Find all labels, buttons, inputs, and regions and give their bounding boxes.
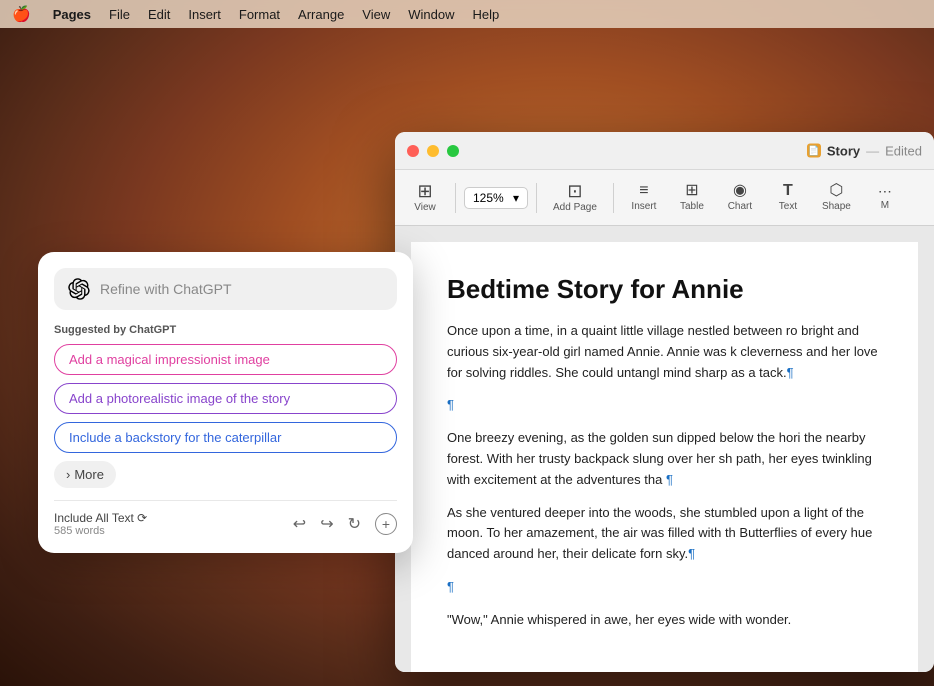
toolbar-table[interactable]: ⊞ Table (670, 179, 714, 216)
chart-icon: ◉ (733, 183, 747, 199)
edited-label: Edited (885, 143, 922, 158)
text-label: Text (779, 201, 797, 212)
zoom-control[interactable]: 125% ▾ (464, 187, 528, 209)
menubar-arrange[interactable]: Arrange (298, 7, 344, 22)
insert-label: Insert (631, 201, 656, 212)
chart-label: Chart (728, 201, 752, 212)
toolbar-divider-1 (455, 183, 456, 213)
window-controls (407, 145, 459, 157)
panel-footer: Include All Text ⟳ 585 words ↩ ↪ ↻ + (54, 500, 397, 537)
doc-para-3: As she ventured deeper into the woods, s… (447, 503, 882, 565)
menubar-file[interactable]: File (109, 7, 130, 22)
document-icon: 📄 (807, 144, 821, 158)
redo-icon[interactable]: ↪ (320, 514, 333, 534)
toolbar-view[interactable]: ⊞ View (403, 178, 447, 217)
pages-titlebar: 📄 Story — Edited (395, 132, 934, 170)
document-page: Bedtime Story for Annie Once upon a time… (411, 242, 918, 672)
suggestion-magical-image[interactable]: Add a magical impressionist image (54, 344, 397, 375)
toolbar-divider-2 (536, 183, 537, 213)
text-icon: T (783, 183, 793, 199)
insert-icon: ≡ (639, 183, 648, 199)
toolbar-add-page[interactable]: ⊡ Add Page (545, 178, 605, 217)
more-button[interactable]: › More (54, 461, 116, 488)
toolbar-divider-3 (613, 183, 614, 213)
shape-icon: ⬡ (829, 183, 843, 199)
chevron-down-icon: › (66, 467, 70, 482)
doc-para-break-2: ¶ (447, 577, 882, 598)
apple-menu[interactable]: 🍎 (12, 5, 31, 23)
menubar: 🍎 Pages File Edit Insert Format Arrange … (0, 0, 934, 28)
doc-para-break-1: ¶ (447, 395, 882, 416)
chatgpt-panel: Refine with ChatGPT Suggested by ChatGPT… (38, 252, 413, 553)
chatgpt-input-row[interactable]: Refine with ChatGPT (54, 268, 397, 310)
pilcrow-5: ¶ (447, 579, 454, 594)
undo-icon[interactable]: ↩ (293, 514, 306, 534)
add-page-icon: ⊡ (567, 182, 582, 200)
view-icon: ⊞ (417, 182, 432, 200)
footer-actions: ↩ ↪ ↻ + (293, 513, 397, 535)
toolbar-text[interactable]: T Text (766, 179, 810, 216)
document-title-heading: Bedtime Story for Annie (447, 274, 882, 305)
menubar-view[interactable]: View (362, 7, 390, 22)
toolbar-insert[interactable]: ≡ Insert (622, 179, 666, 216)
toolbar-shape[interactable]: ⬡ Shape (814, 179, 859, 216)
close-button[interactable] (407, 145, 419, 157)
add-icon[interactable]: + (375, 513, 397, 535)
menubar-help[interactable]: Help (473, 7, 500, 22)
document-title: Story (827, 143, 860, 158)
pilcrow-1: ¶ (787, 365, 794, 380)
toolbar-chart[interactable]: ◉ Chart (718, 179, 762, 216)
shape-label: Shape (822, 201, 851, 212)
footer-info: Include All Text ⟳ 585 words (54, 511, 147, 537)
window-title-area: 📄 Story — Edited (807, 143, 922, 158)
pages-window: 📄 Story — Edited ⊞ View 125% ▾ ⊡ Add Pag… (395, 132, 934, 672)
menubar-insert[interactable]: Insert (188, 7, 221, 22)
doc-para-2: One breezy evening, as the golden sun di… (447, 428, 882, 490)
suggestion-photorealistic[interactable]: Add a photorealistic image of the story (54, 383, 397, 414)
pilcrow-2: ¶ (447, 397, 454, 412)
maximize-button[interactable] (447, 145, 459, 157)
menubar-edit[interactable]: Edit (148, 7, 170, 22)
words-count: 585 words (54, 525, 147, 537)
zoom-chevron: ▾ (513, 191, 519, 205)
more-toolbar-label: M (881, 200, 889, 211)
doc-para-1: Once upon a time, in a quaint little vil… (447, 321, 882, 383)
menubar-window[interactable]: Window (408, 7, 454, 22)
toolbar-more[interactable]: ⋯ M (863, 180, 907, 215)
include-all-text[interactable]: Include All Text ⟳ (54, 511, 147, 525)
chatgpt-logo-icon (68, 278, 90, 300)
pilcrow-4: ¶ (688, 546, 695, 561)
refresh-icon[interactable]: ↻ (348, 514, 361, 534)
suggestion-backstory[interactable]: Include a backstory for the caterpillar (54, 422, 397, 453)
menubar-pages[interactable]: Pages (53, 7, 91, 22)
pages-toolbar: ⊞ View 125% ▾ ⊡ Add Page ≡ Insert ⊞ Tabl… (395, 170, 934, 226)
pilcrow-3: ¶ (666, 472, 673, 487)
view-label: View (414, 202, 436, 213)
more-label: More (74, 467, 104, 482)
add-page-label: Add Page (553, 202, 597, 213)
document-content: Bedtime Story for Annie Once upon a time… (395, 226, 934, 672)
zoom-value: 125% (473, 191, 504, 205)
table-icon: ⊞ (685, 183, 698, 199)
chatgpt-input[interactable]: Refine with ChatGPT (100, 281, 383, 297)
menubar-format[interactable]: Format (239, 7, 280, 22)
more-toolbar-icon: ⋯ (878, 184, 892, 198)
minimize-button[interactable] (427, 145, 439, 157)
table-label: Table (680, 201, 704, 212)
doc-para-4: "Wow," Annie whispered in awe, her eyes … (447, 610, 882, 631)
suggested-label: Suggested by ChatGPT (54, 324, 397, 336)
